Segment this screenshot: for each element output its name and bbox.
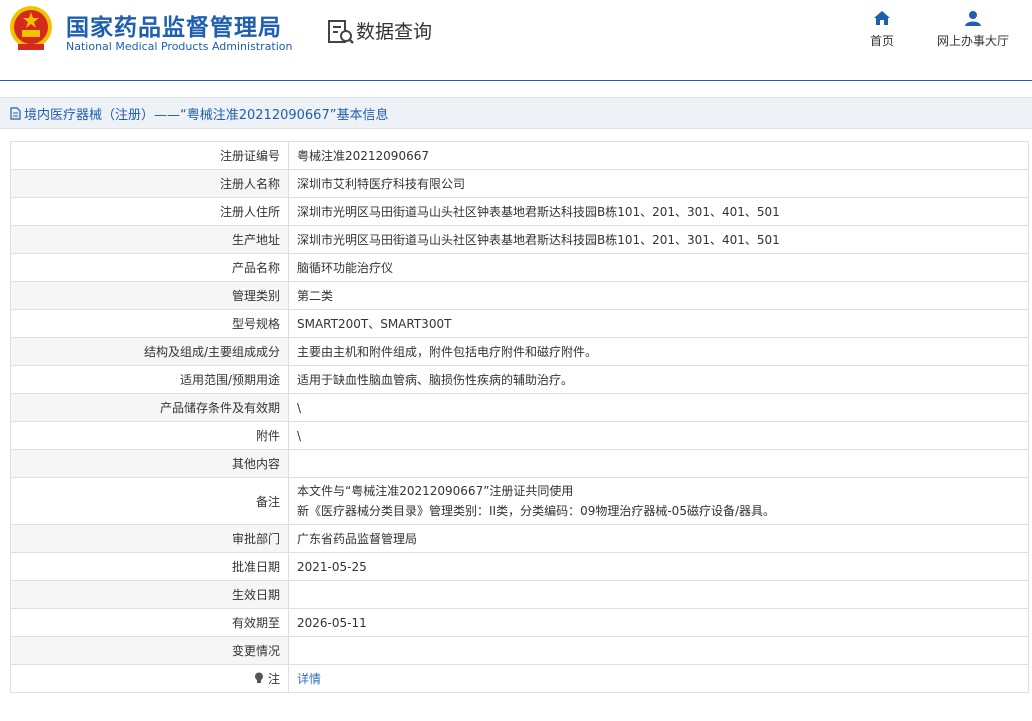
- row-value: 深圳市光明区马田街道马山头社区钟表基地君斯达科技园B栋101、201、301、4…: [288, 225, 1029, 254]
- row-value: 适用于缺血性脑血管病、脑损伤性疾病的辅助治疗。: [288, 365, 1029, 394]
- row-value: [288, 580, 1029, 609]
- row-label: 审批部门: [10, 524, 289, 553]
- nav-home-label: 首页: [870, 34, 895, 48]
- nav-online-office[interactable]: 网上办事大厅: [937, 10, 1009, 49]
- data-query-icon: [328, 20, 354, 44]
- row-value: [288, 449, 1029, 478]
- breadcrumb: 境内医疗器械（注册）——“粤械注准20212090667”基本信息: [0, 97, 1032, 129]
- details-link[interactable]: 详情: [297, 672, 321, 686]
- row-value: \: [288, 421, 1029, 450]
- national-emblem-icon: [10, 6, 52, 50]
- table-row: 型号规格 SMART200T、SMART300T: [10, 309, 1029, 338]
- row-value: 广东省药品监督管理局: [288, 524, 1029, 553]
- row-value: 2026-05-11: [288, 608, 1029, 637]
- table-row: 其他内容: [10, 449, 1029, 478]
- row-value: 主要由主机和附件组成，附件包括电疗附件和磁疗附件。: [288, 337, 1029, 366]
- row-label: 注册证编号: [10, 141, 289, 170]
- row-label: 注册人名称: [10, 169, 289, 198]
- row-label: 批准日期: [10, 552, 289, 581]
- row-label: 有效期至: [10, 608, 289, 637]
- row-value: SMART200T、SMART300T: [288, 309, 1029, 338]
- remark-line-1: 本文件与“粤械注准20212090667”注册证共同使用: [297, 484, 574, 498]
- table-row: 批准日期 2021-05-25: [10, 552, 1029, 581]
- table-row: 注册证编号 粤械注准20212090667: [10, 141, 1029, 170]
- bulb-icon: [255, 672, 264, 683]
- remark-line-2: 新《医疗器械分类目录》管理类别：II类，分类编码：09物理治疗器械-05磁疗设备…: [297, 504, 775, 518]
- document-icon: [10, 106, 21, 120]
- row-label: 生效日期: [10, 580, 289, 609]
- row-value: \: [288, 393, 1029, 422]
- row-label: 适用范围/预期用途: [10, 365, 289, 394]
- table-row: 管理类别 第二类: [10, 281, 1029, 310]
- table-row: 产品名称 脑循环功能治疗仪: [10, 253, 1029, 282]
- breadcrumb-text: 境内医疗器械（注册）——“粤械注准20212090667”基本信息: [24, 107, 389, 123]
- row-value: 详情: [288, 664, 1029, 693]
- row-label: 结构及组成/主要组成成分: [10, 337, 289, 366]
- table-row: 附件 \: [10, 421, 1029, 450]
- row-value: 本文件与“粤械注准20212090667”注册证共同使用 新《医疗器械分类目录》…: [288, 477, 1029, 525]
- table-row: 有效期至 2026-05-11: [10, 608, 1029, 637]
- row-label: 注册人住所: [10, 197, 289, 226]
- row-label: 产品储存条件及有效期: [10, 393, 289, 422]
- table-row: 生效日期: [10, 580, 1029, 609]
- table-row-remark: 备注 本文件与“粤械注准20212090667”注册证共同使用 新《医疗器械分类…: [10, 477, 1029, 525]
- row-value: 第二类: [288, 281, 1029, 310]
- table-row: 注册人名称 深圳市艾利特医疗科技有限公司: [10, 169, 1029, 198]
- table-row-note: 注 详情: [10, 664, 1029, 693]
- row-label: 其他内容: [10, 449, 289, 478]
- table-row: 结构及组成/主要组成成分 主要由主机和附件组成，附件包括电疗附件和磁疗附件。: [10, 337, 1029, 366]
- row-label: 管理类别: [10, 281, 289, 310]
- row-label: 产品名称: [10, 253, 289, 282]
- note-label: 注: [267, 672, 280, 686]
- row-label: 备注: [10, 477, 289, 525]
- user-icon: [965, 11, 981, 26]
- row-value: 脑循环功能治疗仪: [288, 253, 1029, 282]
- table-row: 变更情况: [10, 636, 1029, 665]
- row-value: 深圳市艾利特医疗科技有限公司: [288, 169, 1029, 198]
- site-header: 国家药品监督管理局 National Medical Products Admi…: [0, 0, 1032, 81]
- row-value: [288, 636, 1029, 665]
- detail-table: 注册证编号 粤械注准20212090667 注册人名称 深圳市艾利特医疗科技有限公司注…: [10, 141, 1029, 693]
- org-name-cn: 国家药品监督管理局: [66, 15, 282, 41]
- home-icon: [874, 11, 890, 25]
- row-value: 2021-05-25: [288, 552, 1029, 581]
- section-title: 数据查询: [356, 21, 433, 43]
- org-name-en: National Medical Products Administration: [66, 40, 293, 53]
- table-row: 注册人住所 深圳市光明区马田街道马山头社区钟表基地君斯达科技园B栋101、201、…: [10, 197, 1029, 226]
- row-label: 生产地址: [10, 225, 289, 254]
- table-row: 审批部门 广东省药品监督管理局: [10, 524, 1029, 553]
- row-value: 深圳市光明区马田街道马山头社区钟表基地君斯达科技园B栋101、201、301、4…: [288, 197, 1029, 226]
- row-label: 注: [10, 664, 289, 693]
- nav-home[interactable]: 首页: [870, 10, 894, 49]
- row-label: 变更情况: [10, 636, 289, 665]
- nav-online-office-label: 网上办事大厅: [937, 34, 1010, 48]
- table-row: 生产地址 深圳市光明区马田街道马山头社区钟表基地君斯达科技园B栋101、201、3…: [10, 225, 1029, 254]
- table-row: 适用范围/预期用途 适用于缺血性脑血管病、脑损伤性疾病的辅助治疗。: [10, 365, 1029, 394]
- row-label: 型号规格: [10, 309, 289, 338]
- row-value: 粤械注准20212090667: [288, 141, 1029, 170]
- table-row: 产品储存条件及有效期 \: [10, 393, 1029, 422]
- row-label: 附件: [10, 421, 289, 450]
